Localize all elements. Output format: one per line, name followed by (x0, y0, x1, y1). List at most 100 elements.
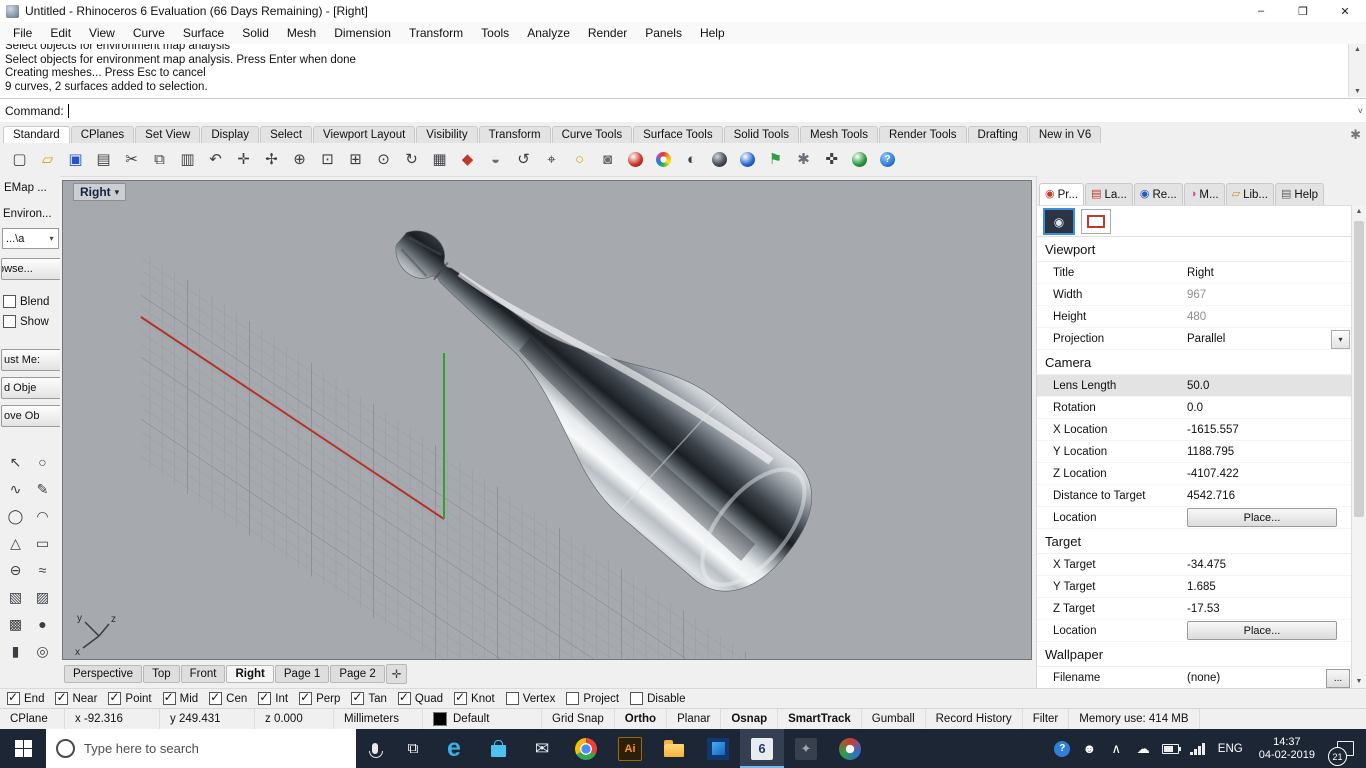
chevron-up-icon[interactable]: ∧ (1103, 729, 1130, 768)
checkbox[interactable] (55, 690, 69, 705)
circle-tool-icon[interactable]: ◯ (2, 502, 29, 529)
zoom-window-icon[interactable]: ⊡ (314, 146, 341, 173)
projection-dropdown-icon[interactable]: ▾ (1331, 330, 1350, 349)
store-app-icon[interactable] (476, 729, 520, 768)
tab-layers[interactable]: ▤ La... (1085, 183, 1133, 205)
menu-item[interactable]: Transform (400, 26, 472, 40)
toolbar-tab[interactable]: Surface Tools (633, 126, 723, 143)
toolbar-tab[interactable]: Drafting (967, 126, 1028, 143)
menu-item[interactable]: Render (579, 26, 636, 40)
emap-show-checkbox[interactable]: Show (3, 315, 49, 328)
osnap-toggle[interactable]: Project (566, 692, 619, 705)
command-prompt[interactable]: Command: ˅ (0, 98, 1366, 122)
cplane-origin-icon[interactable]: ⌖ (538, 146, 565, 173)
checkbox[interactable] (630, 692, 644, 705)
prop-row-z-location[interactable]: Z Location -4107.422 (1037, 463, 1352, 485)
menu-item[interactable]: Mesh (278, 26, 325, 40)
toolbar-tab[interactable]: Mesh Tools (800, 126, 878, 143)
network-signal-icon[interactable] (1184, 729, 1211, 768)
arc-tool-icon[interactable]: ◠ (29, 502, 56, 529)
osnap-toggle[interactable]: Mid (162, 690, 198, 705)
status-item[interactable]: Grid Snap (542, 709, 615, 729)
scroll-up-icon[interactable]: ▲ (1354, 44, 1361, 55)
status-item[interactable]: Millimeters (334, 709, 423, 729)
wallpaper-browse-button[interactable]: ... (1326, 669, 1350, 688)
toolbar-tab[interactable]: Solid Tools (723, 126, 799, 143)
ghosted-ball-icon[interactable] (706, 146, 733, 173)
panel-scrollbar[interactable]: ▲ ▼ (1351, 205, 1366, 688)
status-item[interactable]: Filter (1023, 709, 1070, 729)
scroll-down-icon[interactable]: ▼ (1354, 86, 1361, 97)
status-item[interactable]: Planar (667, 709, 722, 729)
toolbar-tab[interactable]: Transform (478, 126, 551, 143)
prop-row-distance-to-target[interactable]: Distance to Target 4542.716 (1037, 485, 1352, 507)
checkbox[interactable] (351, 690, 365, 705)
photos-app-icon[interactable] (696, 729, 740, 768)
menu-item[interactable]: Curve (124, 26, 174, 40)
people-icon[interactable]: ☻ (1076, 729, 1103, 768)
chrome-app-icon[interactable] (564, 729, 608, 768)
status-item[interactable]: y 249.431 (160, 709, 255, 729)
status-item[interactable]: Osnap (721, 709, 779, 729)
tab-properties[interactable]: ◉ Pr... (1039, 183, 1085, 205)
viewport-title-label[interactable]: Right ▾ (73, 183, 127, 201)
menu-item[interactable]: File (4, 26, 41, 40)
curve-tool-icon[interactable]: ∿ (2, 475, 29, 502)
taskbar-search-input[interactable]: Type here to search (46, 729, 356, 768)
viewport-right[interactable]: y z x Right ▾ (62, 180, 1032, 660)
prop-row-rotation[interactable]: Rotation 0.0 (1037, 397, 1352, 419)
prop-row-y-location[interactable]: Y Location 1188.795 (1037, 441, 1352, 463)
select-tool-icon[interactable]: ↖ (2, 448, 29, 475)
checkbox[interactable] (3, 315, 16, 328)
target-place-button[interactable]: Place... (1187, 621, 1337, 640)
checkbox[interactable] (566, 692, 580, 705)
earth-icon[interactable] (846, 146, 873, 173)
help-tray-icon[interactable]: ? (1049, 729, 1076, 768)
rotate-2d-icon[interactable]: ↺ (510, 146, 537, 173)
osnap-toggle[interactable]: Int (258, 690, 288, 705)
viewport-tab-right[interactable]: Right (226, 664, 274, 683)
checkbox[interactable] (162, 690, 176, 705)
status-item[interactable]: x -92.316 (65, 709, 160, 729)
toolbar-tab[interactable]: Curve Tools (551, 126, 633, 143)
zoom-dynamic-icon[interactable]: ⊕ (286, 146, 313, 173)
emap-add-objects-button[interactable]: d Obje (1, 377, 60, 399)
open-file-icon[interactable]: ▱ (34, 146, 61, 173)
toolbar-tab[interactable]: CPlanes (70, 126, 135, 143)
torus-tool-icon[interactable]: ◎ (29, 637, 56, 664)
light-icon[interactable]: ○ (566, 146, 593, 173)
onedrive-cloud-icon[interactable]: ☁ (1130, 729, 1157, 768)
checkbox[interactable] (108, 690, 122, 705)
command-history[interactable]: Select objects for environment map analy… (5, 44, 1346, 97)
new-viewport-tab-button[interactable]: ✛ (385, 663, 408, 684)
osnap-toggle[interactable]: Vertex (505, 692, 555, 705)
toolbar-tab[interactable]: Render Tools (878, 126, 967, 143)
tab-help[interactable]: ▤ Help (1275, 183, 1325, 205)
gumball-icon[interactable]: ✜ (818, 146, 845, 173)
rhino-app-taskbar-icon[interactable]: 6 (740, 729, 784, 768)
checkbox[interactable] (454, 690, 468, 705)
toolbar-tab[interactable]: Viewport Layout (313, 126, 416, 143)
zoom-extents-icon[interactable]: ⊞ (342, 146, 369, 173)
point-tool-icon[interactable]: ○ (29, 448, 56, 475)
command-scrollbar[interactable]: ▲ ▼ (1348, 44, 1366, 97)
osnap-toggle[interactable]: Perp (299, 690, 340, 705)
emap-browse-button[interactable]: Browse... (1, 258, 60, 280)
tab-materials[interactable]: ◑ M... (1183, 183, 1225, 205)
checkbox[interactable] (505, 692, 519, 705)
shaded-mode-icon[interactable]: ◐ (678, 146, 705, 173)
prop-row-title[interactable]: Title Right (1037, 262, 1352, 284)
scroll-up-icon[interactable]: ▲ (1356, 205, 1363, 218)
misc-app-icon[interactable]: ✦ (784, 729, 828, 768)
viewport-tab-perspective[interactable]: Perspective (64, 664, 143, 683)
options-gears-icon[interactable]: ✱ (790, 146, 817, 173)
status-item[interactable]: Record History (926, 709, 1023, 729)
toolbar-tab[interactable]: Set View (135, 126, 201, 143)
ellipse-tool-icon[interactable]: ⊖ (2, 556, 29, 583)
prop-row-projection[interactable]: Projection Parallel ▾ (1037, 328, 1352, 350)
emap-ball-icon[interactable] (622, 146, 649, 173)
hide-objects-icon[interactable]: ◒ (482, 146, 509, 173)
checkbox[interactable] (299, 690, 313, 705)
status-item[interactable]: CPlane (0, 709, 65, 729)
polyline-tool-icon[interactable]: △ (2, 529, 29, 556)
